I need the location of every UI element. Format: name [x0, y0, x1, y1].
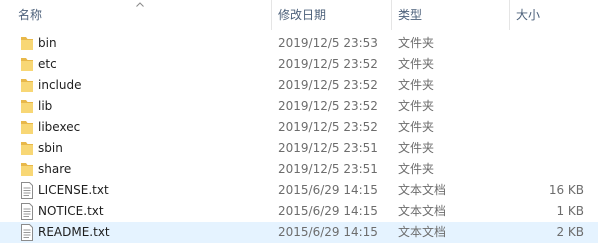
file-type: 文件夹 — [398, 162, 435, 176]
column-header-type[interactable]: 类型 — [392, 0, 510, 30]
folder-icon — [20, 77, 34, 94]
file-type: 文本文档 — [398, 225, 447, 239]
file-date: 2019/12/5 23:53 — [278, 36, 378, 50]
folder-icon — [20, 140, 34, 157]
text-file-icon — [20, 203, 34, 220]
column-header-size-label: 大小 — [516, 8, 541, 22]
file-name: sbin — [38, 141, 63, 155]
folder-row[interactable]: etc 2019/12/5 23:52 文件夹 — [0, 54, 598, 75]
file-date: 2019/12/5 23:52 — [278, 99, 378, 113]
file-type: 文件夹 — [398, 36, 435, 50]
text-file-icon — [20, 224, 34, 241]
folder-row[interactable]: libexec 2019/12/5 23:52 文件夹 — [0, 117, 598, 138]
file-date: 2019/12/5 23:51 — [278, 162, 378, 176]
folder-icon — [20, 56, 34, 73]
file-name: bin — [38, 36, 57, 50]
file-date: 2019/12/5 23:52 — [278, 57, 378, 71]
file-size: 2 KB — [556, 225, 584, 239]
file-list: bin 2019/12/5 23:53 文件夹 etc 2019/12/5 23:52 文… — [0, 33, 598, 243]
file-date: 2019/12/5 23:51 — [278, 141, 378, 155]
column-header-size[interactable]: 大小 — [510, 0, 598, 30]
column-header-name-label: 名称 — [18, 8, 43, 22]
file-type: 文件夹 — [398, 141, 435, 155]
folder-icon — [20, 161, 34, 178]
file-row[interactable]: LICENSE.txt 2015/6/29 14:15 文本文档 16 KB — [0, 180, 598, 201]
file-name: README.txt — [38, 225, 110, 239]
file-row[interactable]: NOTICE.txt 2015/6/29 14:15 文本文档 1 KB — [0, 201, 598, 222]
folder-row[interactable]: lib 2019/12/5 23:52 文件夹 — [0, 96, 598, 117]
file-date: 2015/6/29 14:15 — [278, 204, 378, 218]
folder-icon — [20, 119, 34, 136]
file-type: 文件夹 — [398, 57, 435, 71]
file-type: 文件夹 — [398, 78, 435, 92]
folder-row[interactable]: include 2019/12/5 23:52 文件夹 — [0, 75, 598, 96]
folder-row[interactable]: sbin 2019/12/5 23:51 文件夹 — [0, 138, 598, 159]
folder-icon — [20, 35, 34, 52]
file-type: 文件夹 — [398, 120, 435, 134]
file-name: lib — [38, 99, 53, 113]
folder-row[interactable]: share 2019/12/5 23:51 文件夹 — [0, 159, 598, 180]
chevron-up-icon — [136, 2, 144, 7]
column-header-type-label: 类型 — [398, 8, 423, 22]
text-file-icon — [20, 182, 34, 199]
file-date: 2019/12/5 23:52 — [278, 120, 378, 134]
column-header-bar: 名称 修改日期 类型 大小 — [0, 0, 598, 30]
file-name: share — [38, 162, 72, 176]
file-date: 2019/12/5 23:52 — [278, 78, 378, 92]
file-date: 2015/6/29 14:15 — [278, 183, 378, 197]
file-name: libexec — [38, 120, 81, 134]
file-type: 文件夹 — [398, 99, 435, 113]
file-size: 16 KB — [548, 183, 584, 197]
file-name: LICENSE.txt — [38, 183, 109, 197]
file-row[interactable]: README.txt 2015/6/29 14:15 文本文档 2 KB — [0, 222, 598, 243]
file-type: 文本文档 — [398, 183, 447, 197]
column-header-date-label: 修改日期 — [278, 8, 327, 22]
column-header-date[interactable]: 修改日期 — [272, 0, 392, 30]
file-type: 文本文档 — [398, 204, 447, 218]
file-size: 1 KB — [556, 204, 584, 218]
folder-row[interactable]: bin 2019/12/5 23:53 文件夹 — [0, 33, 598, 54]
folder-icon — [20, 98, 34, 115]
file-date: 2015/6/29 14:15 — [278, 225, 378, 239]
file-name: include — [38, 78, 82, 92]
file-name: NOTICE.txt — [38, 204, 104, 218]
file-name: etc — [38, 57, 57, 71]
